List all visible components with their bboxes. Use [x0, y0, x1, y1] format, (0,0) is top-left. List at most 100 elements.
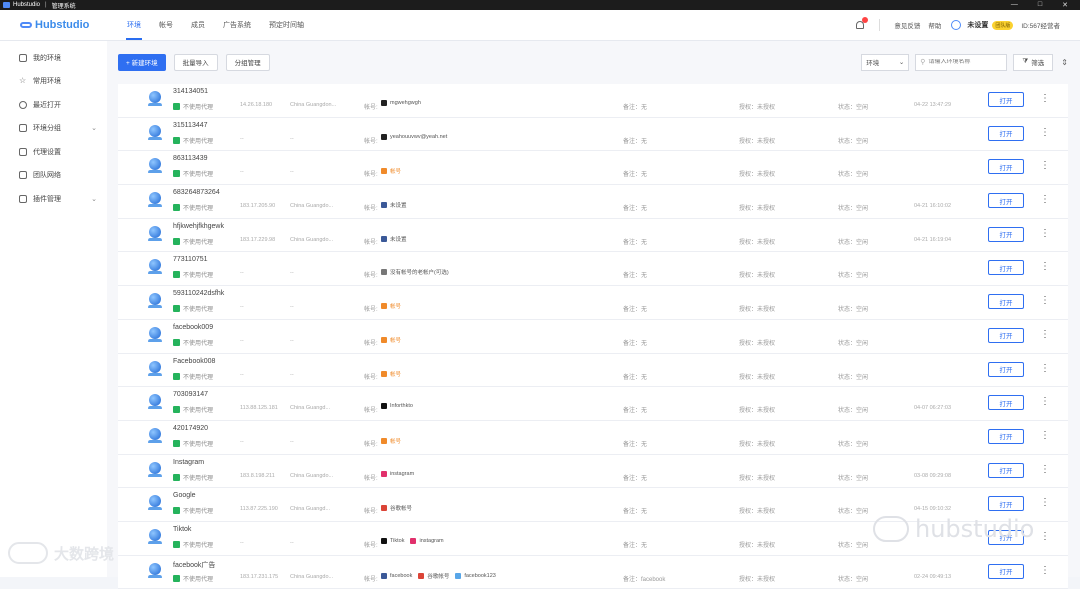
more-options-icon[interactable]: ⋮ [1040, 194, 1050, 206]
table-row[interactable]: 863113439 不使用代理 -- -- 帐号: 帐号 备注：无 授权：未授权… [118, 151, 1068, 186]
more-options-icon[interactable]: ⋮ [1040, 160, 1050, 172]
more-options-icon[interactable]: ⋮ [1040, 565, 1050, 577]
table-row[interactable]: 315113447 不使用代理 -- -- 帐号: yeahouuvwv@yea… [118, 118, 1068, 152]
more-options-icon[interactable]: ⋮ [1040, 396, 1050, 408]
more-options-icon[interactable]: ⋮ [1040, 363, 1050, 375]
account-platform-icon [381, 133, 387, 140]
proxy-status: 不使用代理 [173, 169, 213, 178]
remark: 备注：无 [623, 509, 648, 516]
auth-status: 授权：未授权 [739, 340, 776, 347]
tab-schedule[interactable]: 预定时间轴 [260, 10, 313, 40]
open-button[interactable]: 打开 [988, 462, 1024, 478]
env-name: Tiktok [173, 525, 192, 533]
new-env-button[interactable]: + 新建环境 [118, 53, 166, 71]
more-options-icon[interactable]: ⋮ [1040, 329, 1050, 341]
group-manage-button[interactable]: 分组管理 [225, 53, 270, 71]
sidebar-item-favorites[interactable]: ☆ 常用环境 [0, 70, 107, 94]
open-button[interactable]: 打开 [988, 563, 1024, 579]
maximize-icon[interactable]: □ [1038, 1, 1042, 9]
table-row[interactable]: facebook009 不使用代理 -- -- 帐号: 帐号 备注：无 授权：未… [118, 320, 1068, 354]
minimize-icon[interactable]: — [1011, 1, 1018, 9]
tab-environment[interactable]: 环境 [118, 10, 150, 40]
more-options-icon[interactable]: ⋮ [1040, 497, 1050, 509]
sidebar-item-team-network[interactable]: 团队网络 [0, 164, 107, 188]
search-type-select[interactable]: 环境 ⌄ [861, 53, 910, 71]
more-options-icon[interactable]: ⋮ [1040, 531, 1050, 543]
open-button[interactable]: 打开 [988, 159, 1024, 175]
tab-members[interactable]: 成员 [182, 10, 214, 40]
feedback-link[interactable]: 意见反馈 [894, 20, 920, 30]
more-options-icon[interactable]: ⋮ [1040, 464, 1050, 476]
sort-icon[interactable]: ⇕ [1061, 58, 1068, 67]
sidebar-item-proxy[interactable]: 代理设置 [0, 140, 107, 164]
table-row[interactable]: hfjkwehjfkhgewk 不使用代理 183.17.229.98 Chin… [118, 219, 1068, 253]
titlebar-separator: | [45, 2, 47, 8]
proxy-icon [173, 305, 180, 313]
last-open-time: 04-07 06:27:03 [914, 405, 952, 412]
open-button[interactable]: 打开 [988, 496, 1024, 512]
tab-accounts[interactable]: 帐号 [150, 10, 182, 40]
remark: 备注：facebook [623, 576, 666, 583]
open-button[interactable]: 打开 [988, 125, 1024, 141]
brand-logo[interactable]: Hubstudio [20, 19, 118, 31]
account-name: mgwehgwgh [390, 100, 421, 106]
proxy-icon [173, 473, 180, 481]
search-box[interactable]: ⚲ [915, 53, 1008, 71]
proxy-icon [173, 136, 180, 144]
more-options-icon[interactable]: ⋮ [1040, 93, 1050, 105]
sidebar-item-my-env[interactable]: 我的环境 [0, 46, 107, 70]
more-options-icon[interactable]: ⋮ [1040, 261, 1050, 273]
table-row[interactable]: Facebook008 不使用代理 -- -- 帐号: 帐号 备注：无 授权：未… [118, 354, 1068, 388]
table-row[interactable]: Instagram 不使用代理 183.8.198.211 China Guan… [118, 455, 1068, 489]
ip-address: -- [240, 135, 244, 142]
open-button[interactable]: 打开 [988, 193, 1024, 209]
search-input[interactable] [928, 59, 1007, 65]
help-link[interactable]: 帮助 [928, 20, 941, 30]
account-platform-icon [381, 269, 387, 276]
account-name: Inforthkto [390, 403, 413, 410]
env-name: 773110751 [173, 256, 208, 264]
table-row[interactable]: facebook广告 不使用代理 183.17.231.175 China Gu… [118, 556, 1068, 589]
more-options-icon[interactable]: ⋮ [1040, 127, 1050, 139]
avatar-icon [949, 18, 963, 32]
env-status: 状态：空闲 [838, 374, 869, 381]
more-options-icon[interactable]: ⋮ [1040, 295, 1050, 307]
account-label: 帐号: [364, 542, 378, 549]
table-row[interactable]: 593110242dsfhk 不使用代理 -- -- 帐号: 帐号 备注：无 授… [118, 286, 1068, 320]
env-status: 状态：空闲 [838, 576, 869, 583]
open-button[interactable]: 打开 [988, 294, 1024, 310]
open-button[interactable]: 打开 [988, 260, 1024, 276]
notification-bell-icon[interactable] [855, 17, 869, 30]
table-row[interactable]: 420174920 不使用代理 -- -- 帐号: 帐号 备注：无 授权：未授权… [118, 421, 1068, 455]
filter-button[interactable]: ⧩ 筛选 [1013, 53, 1054, 71]
sidebar-item-env-groups[interactable]: 环境分组 ⌄ [0, 117, 107, 141]
table-row[interactable]: 314134051 不使用代理 14.26.18.180 China Guang… [118, 84, 1068, 118]
open-button[interactable]: 打开 [988, 226, 1024, 242]
open-button[interactable]: 打开 [988, 395, 1024, 411]
open-button[interactable]: 打开 [988, 92, 1024, 107]
open-button[interactable]: 打开 [988, 361, 1024, 377]
open-button[interactable]: 打开 [988, 327, 1024, 343]
account-platform-icon [410, 537, 417, 544]
proxy-status: 不使用代理 [173, 506, 213, 515]
more-options-icon[interactable]: ⋮ [1040, 228, 1050, 240]
ip-address: -- [240, 371, 244, 378]
brand-name: Hubstudio [35, 19, 90, 31]
account-platform-icon [381, 572, 387, 579]
sidebar-item-plugins[interactable]: 插件管理 ⌄ [0, 187, 107, 211]
close-icon[interactable]: ✕ [1062, 1, 1068, 9]
proxy-status: 不使用代理 [173, 372, 213, 381]
sidebar-item-recent[interactable]: 最近打开 [0, 93, 107, 117]
user-menu[interactable]: 未设置 团队版 [949, 18, 1014, 32]
more-options-icon[interactable]: ⋮ [1040, 430, 1050, 442]
table-row[interactable]: 683264873264 不使用代理 183.17.205.90 China G… [118, 185, 1068, 219]
ip-address: -- [240, 270, 244, 277]
table-row[interactable]: 703093147 不使用代理 113.88.125.181 China Gua… [118, 387, 1068, 421]
batch-import-button[interactable]: 批量导入 [173, 53, 218, 71]
open-button[interactable]: 打开 [988, 428, 1024, 444]
tab-ad-system[interactable]: 广告系统 [214, 10, 260, 40]
sidebar-item-label: 我的环境 [33, 54, 61, 62]
proxy-label: 不使用代理 [183, 273, 214, 280]
table-row[interactable]: 773110751 不使用代理 -- -- 帐号: 没有帐号的老帐户(可选) 备… [118, 252, 1068, 287]
watermark-right-text: hubstudio [915, 515, 1035, 543]
